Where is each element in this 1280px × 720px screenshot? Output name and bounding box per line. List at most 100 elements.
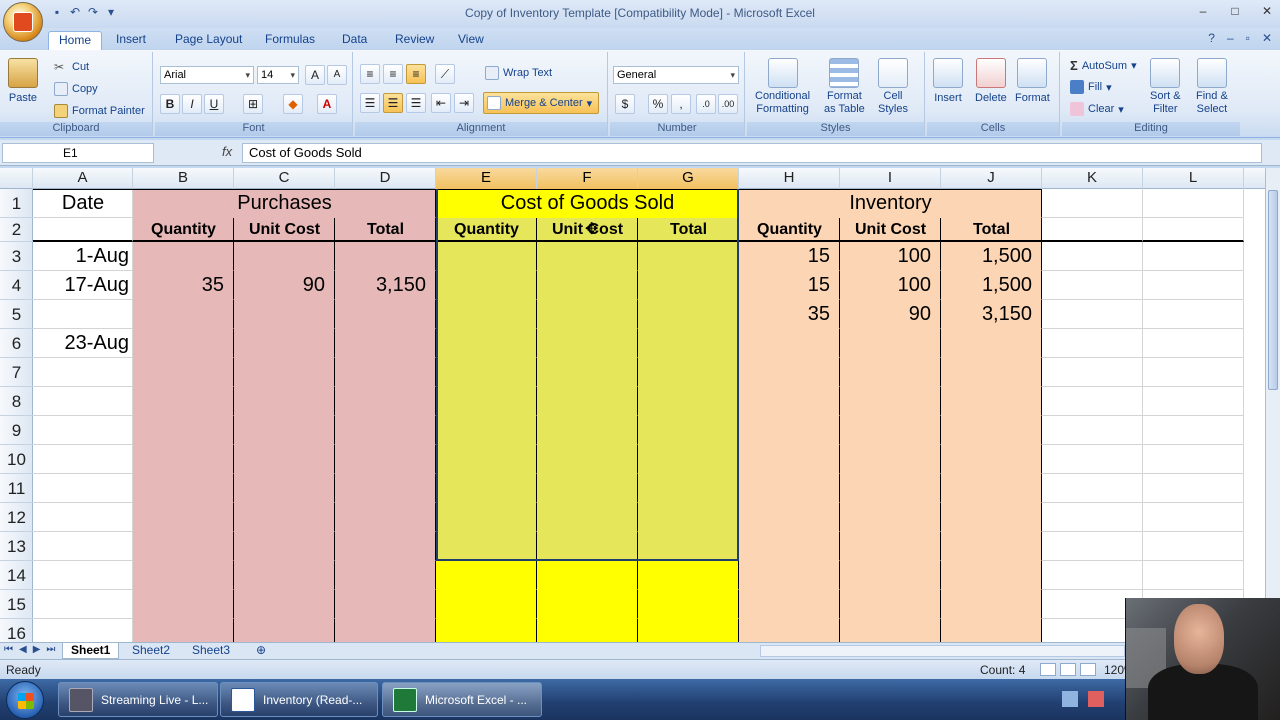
cell-a11[interactable] <box>33 474 133 503</box>
cell-a10[interactable] <box>33 445 133 474</box>
cell-k9[interactable] <box>1042 416 1143 445</box>
cell-j16[interactable] <box>941 619 1042 642</box>
cell-d5[interactable] <box>335 300 436 329</box>
column-header-b[interactable]: B <box>133 168 234 189</box>
font-size-select[interactable]: 14 <box>257 66 299 84</box>
format-as-table-button[interactable]: Format as Table <box>824 58 865 116</box>
increase-indent-button[interactable]: ⇥ <box>454 93 474 113</box>
fill-color-button[interactable]: ◆ <box>283 94 303 114</box>
cell-l4[interactable] <box>1143 271 1244 300</box>
cell-c16[interactable] <box>234 619 335 642</box>
copy-button[interactable]: Copy <box>54 82 98 96</box>
increase-decimal-button[interactable]: .0 <box>696 94 716 114</box>
cell-a15[interactable] <box>33 590 133 619</box>
cell-k6[interactable] <box>1042 329 1143 358</box>
cell-i12[interactable] <box>840 503 941 532</box>
cell-b11[interactable] <box>133 474 234 503</box>
cell-j7[interactable] <box>941 358 1042 387</box>
cell-j14[interactable] <box>941 561 1042 590</box>
doc-close-icon[interactable]: ✕ <box>1262 31 1272 45</box>
tab-page-layout[interactable]: Page Layout <box>165 31 252 50</box>
cell-h14[interactable] <box>739 561 840 590</box>
format-painter-button[interactable]: Format Painter <box>54 104 145 118</box>
insert-function-button[interactable]: fx <box>222 144 232 159</box>
cell-h10[interactable] <box>739 445 840 474</box>
cell-e15[interactable] <box>436 590 537 619</box>
cell-a9[interactable] <box>33 416 133 445</box>
orientation-button[interactable]: ⟋ <box>435 64 455 84</box>
format-cells-button[interactable]: Format <box>1015 58 1050 104</box>
bold-button[interactable]: B <box>160 94 180 114</box>
cell-b5[interactable] <box>133 300 234 329</box>
top-align-button[interactable]: ≡ <box>360 64 380 84</box>
cell-d14[interactable] <box>335 561 436 590</box>
column-header-l[interactable]: L <box>1143 168 1244 189</box>
cell-area[interactable]: Date Purchases Cost of Goods Sold Inventory… <box>33 189 1265 642</box>
cell-c8[interactable] <box>234 387 335 416</box>
help-icon[interactable]: ? <box>1208 31 1215 45</box>
insert-cells-button[interactable]: Insert <box>933 58 963 104</box>
cell-styles-button[interactable]: Cell Styles <box>878 58 908 116</box>
underline-button[interactable]: U <box>204 94 224 114</box>
cell-g15[interactable] <box>638 590 739 619</box>
clear-button[interactable]: Clear ▾ <box>1070 102 1124 116</box>
cell-h12[interactable] <box>739 503 840 532</box>
delete-cells-button[interactable]: Delete <box>975 58 1007 104</box>
cell-k10[interactable] <box>1042 445 1143 474</box>
cell-j11[interactable] <box>941 474 1042 503</box>
cell-b9[interactable] <box>133 416 234 445</box>
normal-view-icon[interactable] <box>1040 663 1056 676</box>
select-all-button[interactable] <box>0 168 33 189</box>
cell-i11[interactable] <box>840 474 941 503</box>
column-header-g[interactable]: G <box>638 168 739 189</box>
row-header-8[interactable]: 8 <box>0 387 33 416</box>
cell-a14[interactable] <box>33 561 133 590</box>
column-header-d[interactable]: D <box>335 168 436 189</box>
sort-filter-button[interactable]: Sort & Filter <box>1150 58 1181 116</box>
cell-j12[interactable] <box>941 503 1042 532</box>
decrease-indent-button[interactable]: ⇤ <box>431 93 451 113</box>
formula-input[interactable]: Cost of Goods Sold <box>242 143 1262 163</box>
taskbar-item-streaming[interactable]: Streaming Live - L... <box>58 682 218 717</box>
cell-b13[interactable] <box>133 532 234 561</box>
row-header-13[interactable]: 13 <box>0 532 33 561</box>
cell-i16[interactable] <box>840 619 941 642</box>
cell-b16[interactable] <box>133 619 234 642</box>
sheet-tab-sheet2[interactable]: Sheet2 <box>124 643 178 659</box>
column-header-j[interactable]: J <box>941 168 1042 189</box>
cell-d9[interactable] <box>335 416 436 445</box>
row-header-2[interactable]: 2 <box>0 218 33 242</box>
cell-k2[interactable] <box>1042 218 1143 242</box>
sheet-tab-sheet1[interactable]: Sheet1 <box>62 643 120 659</box>
cell-k11[interactable] <box>1042 474 1143 503</box>
cell-k1[interactable] <box>1042 189 1143 218</box>
cell-i6[interactable] <box>840 329 941 358</box>
wrap-text-button[interactable]: Wrap Text <box>485 66 552 80</box>
cell-b8[interactable] <box>133 387 234 416</box>
currency-button[interactable]: $ <box>615 94 635 114</box>
find-select-button[interactable]: Find & Select <box>1196 58 1228 116</box>
cell-h7[interactable] <box>739 358 840 387</box>
cell-l13[interactable] <box>1143 532 1244 561</box>
cell-j6[interactable] <box>941 329 1042 358</box>
tab-review[interactable]: Review <box>385 31 444 50</box>
row-header-14[interactable]: 14 <box>0 561 33 590</box>
cell-c9[interactable] <box>234 416 335 445</box>
page-break-view-icon[interactable] <box>1080 663 1096 676</box>
cell-l8[interactable] <box>1143 387 1244 416</box>
row-header-12[interactable]: 12 <box>0 503 33 532</box>
cell-i7[interactable] <box>840 358 941 387</box>
cell-c14[interactable] <box>234 561 335 590</box>
cell-j15[interactable] <box>941 590 1042 619</box>
cell-l3[interactable] <box>1143 242 1244 271</box>
cell-l12[interactable] <box>1143 503 1244 532</box>
column-header-e[interactable]: E <box>436 168 537 189</box>
cell-f16[interactable] <box>537 619 638 642</box>
cell-h13[interactable] <box>739 532 840 561</box>
close-icon[interactable]: ✕ <box>1260 4 1274 18</box>
cell-k5[interactable] <box>1042 300 1143 329</box>
vertical-scroll-thumb[interactable] <box>1268 190 1278 390</box>
row-header-9[interactable]: 9 <box>0 416 33 445</box>
cell-j10[interactable] <box>941 445 1042 474</box>
tray-network-icon[interactable] <box>1062 691 1078 707</box>
